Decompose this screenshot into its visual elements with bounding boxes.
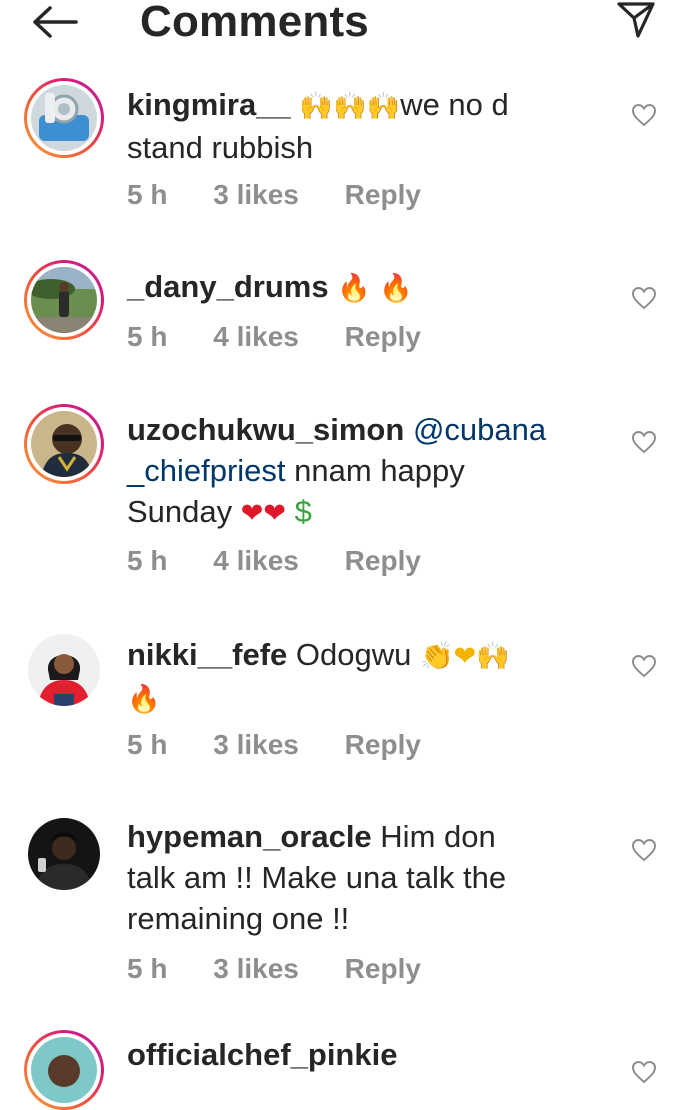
comment-content: Sunday — [127, 494, 233, 529]
comment-username[interactable]: uzochukwu_simon — [127, 412, 404, 447]
comment-likes[interactable]: 3 likes — [213, 953, 299, 984]
comment-meta: 5 h 3 likes Reply — [127, 952, 459, 986]
reply-button[interactable]: Reply — [345, 321, 421, 352]
avatar[interactable] — [24, 814, 104, 894]
comment-likes[interactable]: 4 likes — [213, 545, 299, 576]
like-button[interactable] — [630, 652, 658, 680]
reply-button[interactable]: Reply — [345, 729, 421, 760]
comment-time: 5 h — [127, 729, 168, 760]
mention-link[interactable]: @cubana — [413, 412, 546, 447]
comment-time: 5 h — [127, 179, 168, 210]
comment-content: Him don — [380, 819, 496, 854]
avatar-image — [31, 411, 97, 477]
arrow-left-icon — [33, 6, 78, 38]
comment-username[interactable]: _dany_drums — [127, 269, 329, 304]
comment-content: stand rubbish — [127, 130, 314, 165]
comment-content: nnam happy — [294, 453, 465, 488]
heart-icon — [631, 838, 657, 862]
comment-likes[interactable]: 3 likes — [213, 729, 299, 760]
comment-meta: 5 h 3 likes Reply — [127, 178, 459, 212]
share-button[interactable] — [612, 0, 660, 40]
comment-text: hypeman_oracle Him don talk am !! Make u… — [127, 816, 597, 939]
comment-text: kingmira__ 🙌🙌🙌we no d stand rubbish — [127, 84, 597, 168]
like-button[interactable] — [630, 836, 658, 864]
clap-heart-hands-emoji: 👏❤🙌 — [419, 641, 510, 672]
avatar[interactable] — [24, 630, 104, 710]
heart-icon — [631, 654, 657, 678]
heart-emoji: ❤❤ — [240, 498, 287, 529]
comment-username[interactable]: hypeman_oracle — [127, 819, 372, 854]
reply-button[interactable]: Reply — [345, 953, 421, 984]
avatar[interactable] — [24, 404, 104, 484]
like-button[interactable] — [630, 101, 658, 129]
comment-text: officialchef_pinkie — [127, 1034, 597, 1075]
comment-content: talk am !! Make una talk the — [127, 860, 507, 895]
comment-time: 5 h — [127, 545, 168, 576]
comment-username[interactable]: nikki__fefe — [127, 637, 287, 672]
like-button[interactable] — [630, 428, 658, 456]
like-button[interactable] — [630, 1058, 658, 1086]
avatar-image — [28, 818, 100, 890]
mention-link[interactable]: _chiefpriest — [127, 453, 286, 488]
fire-emoji: 🔥 — [127, 684, 161, 715]
comment-content: remaining one !! — [127, 901, 350, 936]
page-title: Comments — [140, 0, 369, 46]
comment-time: 5 h — [127, 321, 168, 352]
back-button[interactable] — [28, 0, 80, 44]
comment-meta: 5 h 4 likes Reply — [127, 320, 459, 354]
avatar-image — [31, 267, 97, 333]
comment-username[interactable]: officialchef_pinkie — [127, 1037, 397, 1072]
avatar-image — [31, 1037, 97, 1103]
comment-time: 5 h — [127, 953, 168, 984]
dollar-emoji: $ — [294, 494, 312, 529]
avatar-image — [28, 634, 100, 706]
heart-icon — [631, 103, 657, 127]
header: Comments — [0, 0, 698, 50]
comment-likes[interactable]: 3 likes — [213, 179, 299, 210]
comment-content: Odogwu — [295, 637, 412, 672]
comment-text: _dany_drums 🔥 🔥 — [127, 266, 597, 309]
comment-text: uzochukwu_simon @cubana _chiefpriest nna… — [127, 409, 597, 534]
avatar-image — [31, 85, 97, 151]
comment-meta: 5 h 3 likes Reply — [127, 728, 459, 762]
comment-likes[interactable]: 4 likes — [213, 321, 299, 352]
raised-hands-emoji: 🙌🙌🙌 — [299, 91, 401, 122]
fire-emoji: 🔥 🔥 — [337, 273, 414, 304]
avatar[interactable] — [24, 260, 104, 340]
heart-icon — [631, 286, 657, 310]
comment-text: nikki__fefe Odogwu 👏❤🙌 🔥 — [127, 634, 597, 720]
like-button[interactable] — [630, 284, 658, 312]
comment-content: we no d — [400, 87, 509, 122]
heart-icon — [631, 1060, 657, 1084]
reply-button[interactable]: Reply — [345, 179, 421, 210]
comment-username[interactable]: kingmira__ — [127, 87, 291, 122]
comment-meta: 5 h 4 likes Reply — [127, 544, 459, 578]
paper-plane-icon — [617, 2, 655, 38]
reply-button[interactable]: Reply — [345, 545, 421, 576]
heart-icon — [631, 430, 657, 454]
avatar[interactable] — [24, 78, 104, 158]
avatar[interactable] — [24, 1030, 104, 1110]
